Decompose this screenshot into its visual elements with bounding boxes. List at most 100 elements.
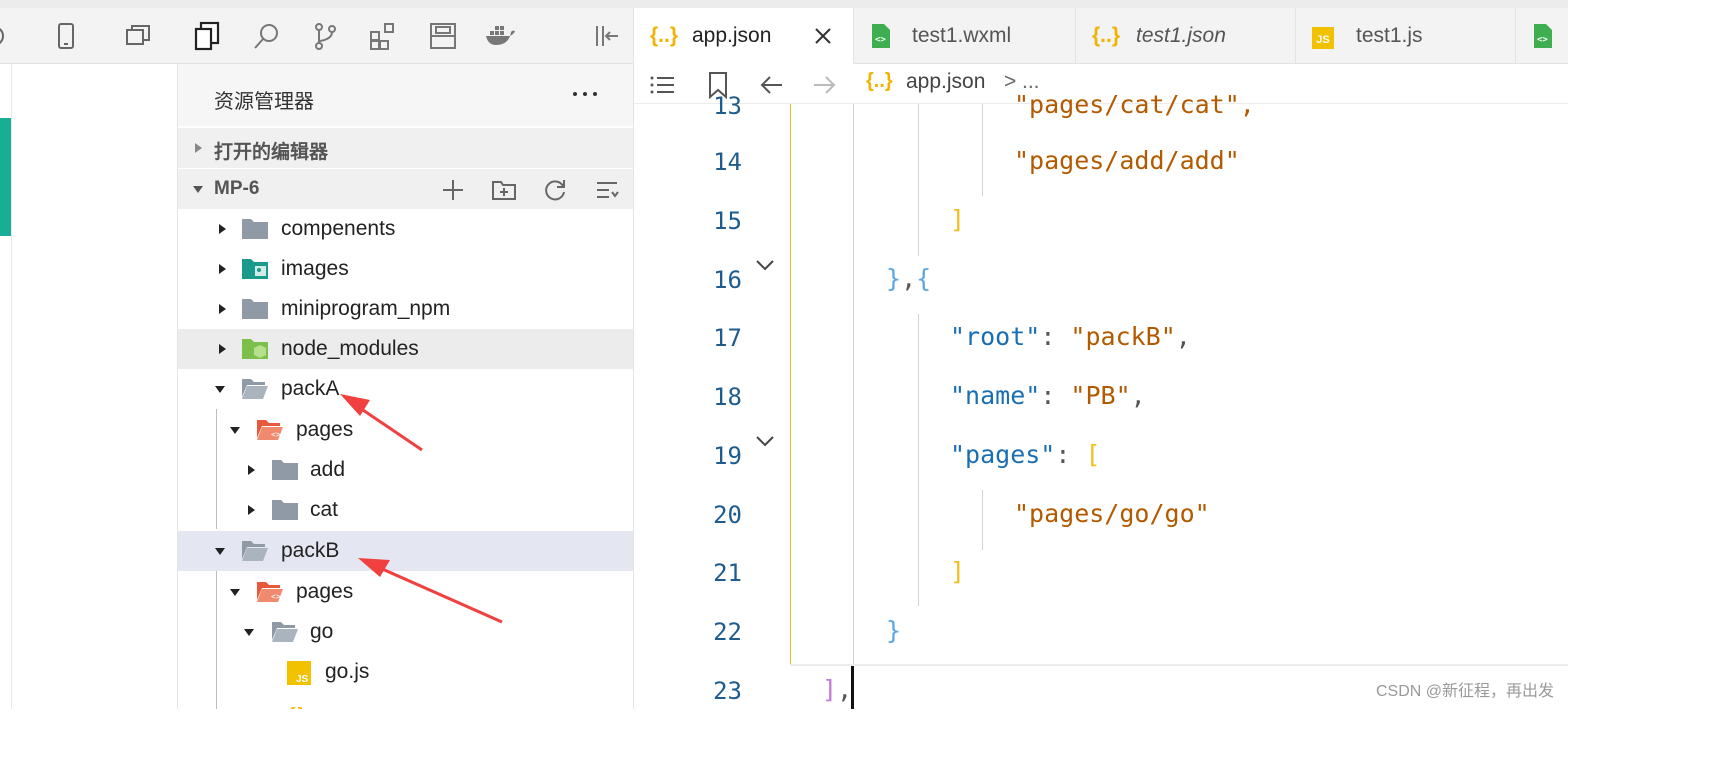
chevron-down-icon bbox=[214, 545, 226, 557]
tree-item-cat[interactable]: cat bbox=[178, 490, 633, 530]
project-section[interactable]: MP-6 bbox=[178, 169, 633, 209]
tree-item-packA-pages[interactable]: <> pages bbox=[178, 410, 633, 450]
json-icon: {..} bbox=[650, 24, 679, 47]
tree-item-compenents[interactable]: compenents bbox=[178, 209, 633, 249]
tab-label: test1.js bbox=[1356, 24, 1423, 47]
json-file-icon: {} bbox=[287, 701, 315, 709]
layout-icon[interactable] bbox=[428, 21, 458, 51]
code-line-14: "pages/add/add" bbox=[1014, 146, 1240, 175]
top-strip bbox=[0, 0, 1568, 8]
docker-icon[interactable] bbox=[484, 21, 515, 51]
new-folder-icon[interactable] bbox=[491, 177, 517, 203]
chevron-right-icon bbox=[216, 263, 228, 275]
more-actions-icon[interactable] bbox=[570, 82, 600, 106]
tree-item-add[interactable]: add bbox=[178, 450, 633, 490]
tree-item-label: add bbox=[310, 458, 346, 481]
indent-guide bbox=[918, 104, 919, 256]
open-editors-section[interactable]: 打开的编辑器 bbox=[178, 128, 633, 168]
tree-item-label: miniprogram_npm bbox=[281, 297, 451, 320]
fold-chevron-down-icon[interactable] bbox=[754, 254, 776, 276]
breadcrumb-file[interactable]: app.json bbox=[906, 70, 985, 94]
tab-test1-json[interactable]: {..} test1.json bbox=[1076, 8, 1296, 64]
search-icon[interactable] bbox=[252, 21, 282, 51]
line-number: 22 bbox=[713, 618, 742, 646]
phone-icon[interactable] bbox=[52, 22, 80, 50]
tree-item-label: go bbox=[310, 620, 334, 643]
back-arrow-icon[interactable] bbox=[758, 71, 786, 99]
tab-bar: {..} app.json <> test1.wxml {..} test1.j… bbox=[634, 8, 1568, 64]
chevron-right-icon bbox=[245, 464, 257, 476]
code-line-21: ] bbox=[950, 557, 966, 586]
code-line-17: "root": "packB", bbox=[950, 322, 1191, 351]
simulator-divider bbox=[11, 64, 12, 709]
wxml-icon: <> bbox=[1532, 23, 1554, 49]
tab-overflow[interactable]: <> bbox=[1516, 8, 1568, 64]
wxml-icon: <> bbox=[870, 23, 892, 49]
window-copy-icon[interactable] bbox=[124, 22, 152, 50]
json-icon: {..} bbox=[866, 70, 893, 92]
tree-item-label: cat bbox=[310, 498, 339, 521]
chevron-down-icon bbox=[243, 626, 255, 638]
tree-item-go[interactable]: go bbox=[178, 612, 633, 652]
tree-item-label: packA bbox=[281, 377, 340, 400]
refresh-icon[interactable] bbox=[542, 177, 568, 203]
simulator-accent-bar bbox=[0, 118, 11, 236]
chevron-down-icon bbox=[192, 183, 204, 195]
line-number: 21 bbox=[713, 559, 742, 587]
fold-chevron-down-icon[interactable] bbox=[754, 430, 776, 452]
list-icon[interactable] bbox=[648, 71, 676, 99]
svg-text:{}: {} bbox=[287, 704, 306, 709]
pages-folder-icon: <> bbox=[256, 580, 284, 604]
indent-guide bbox=[853, 104, 854, 666]
tab-test1-js[interactable]: JS test1.js bbox=[1296, 8, 1516, 64]
svg-text:<>: <> bbox=[271, 430, 281, 439]
tree-indent-guide bbox=[216, 409, 217, 529]
folder-icon bbox=[271, 458, 299, 482]
folder-icon bbox=[241, 297, 269, 321]
tab-label: app.json bbox=[692, 24, 772, 47]
explorer-title: 资源管理器 bbox=[214, 91, 314, 113]
project-label: MP-6 bbox=[214, 178, 260, 199]
code-line-19: "pages": [ bbox=[950, 440, 1101, 469]
tree-item-label: pages bbox=[296, 580, 354, 603]
close-icon[interactable] bbox=[812, 25, 834, 47]
node-folder-icon bbox=[241, 337, 269, 361]
extensions-icon[interactable] bbox=[368, 21, 398, 51]
tree-item-miniprogram-npm[interactable]: miniprogram_npm bbox=[178, 289, 633, 329]
forward-arrow-icon[interactable] bbox=[810, 71, 838, 99]
folder-icon bbox=[271, 498, 299, 522]
chevron-right-icon bbox=[216, 223, 228, 235]
collapse-panel-icon[interactable] bbox=[592, 21, 622, 51]
tree-item-go-js[interactable]: JS go.js bbox=[178, 652, 633, 692]
line-number: 19 bbox=[713, 442, 742, 470]
indent-guide bbox=[982, 104, 983, 196]
tree-item-partial[interactable]: {} bbox=[178, 692, 633, 709]
tree-item-node-modules[interactable]: node_modules bbox=[178, 329, 633, 369]
indent-guide bbox=[982, 490, 983, 550]
collapse-all-icon[interactable] bbox=[594, 177, 620, 203]
code-editor[interactable]: 13 14 15 16 17 18 19 20 21 22 23 "pages/… bbox=[634, 90, 1568, 709]
activity-toolbar bbox=[178, 8, 633, 64]
source-control-icon[interactable] bbox=[310, 21, 340, 51]
line-number: 17 bbox=[713, 324, 742, 352]
simulator-toolbar bbox=[0, 8, 178, 64]
code-line-22: } bbox=[886, 616, 902, 645]
explorer-header: 资源管理器 bbox=[178, 64, 633, 126]
tree-item-packB[interactable]: packB bbox=[178, 531, 633, 571]
partial-round-icon[interactable] bbox=[0, 22, 14, 50]
open-editors-label: 打开的编辑器 bbox=[214, 142, 329, 163]
code-line-18: "name": "PB", bbox=[950, 381, 1146, 410]
editor-area: {..} app.json <> test1.wxml {..} test1.j… bbox=[634, 8, 1568, 709]
pages-folder-icon: <> bbox=[256, 418, 284, 442]
tree-item-images[interactable]: images bbox=[178, 249, 633, 289]
folder-open-icon bbox=[241, 539, 269, 563]
files-icon[interactable] bbox=[192, 21, 222, 51]
tree-item-packB-pages[interactable]: <> pages bbox=[178, 572, 633, 612]
tab-test1-wxml[interactable]: <> test1.wxml bbox=[854, 8, 1076, 64]
tab-app-json[interactable]: {..} app.json bbox=[634, 8, 854, 64]
new-file-icon[interactable] bbox=[440, 177, 466, 203]
svg-text:JS: JS bbox=[296, 674, 309, 685]
tree-item-packA[interactable]: packA bbox=[178, 369, 633, 409]
chevron-right-icon bbox=[192, 142, 204, 154]
tab-label: test1.wxml bbox=[912, 24, 1012, 47]
